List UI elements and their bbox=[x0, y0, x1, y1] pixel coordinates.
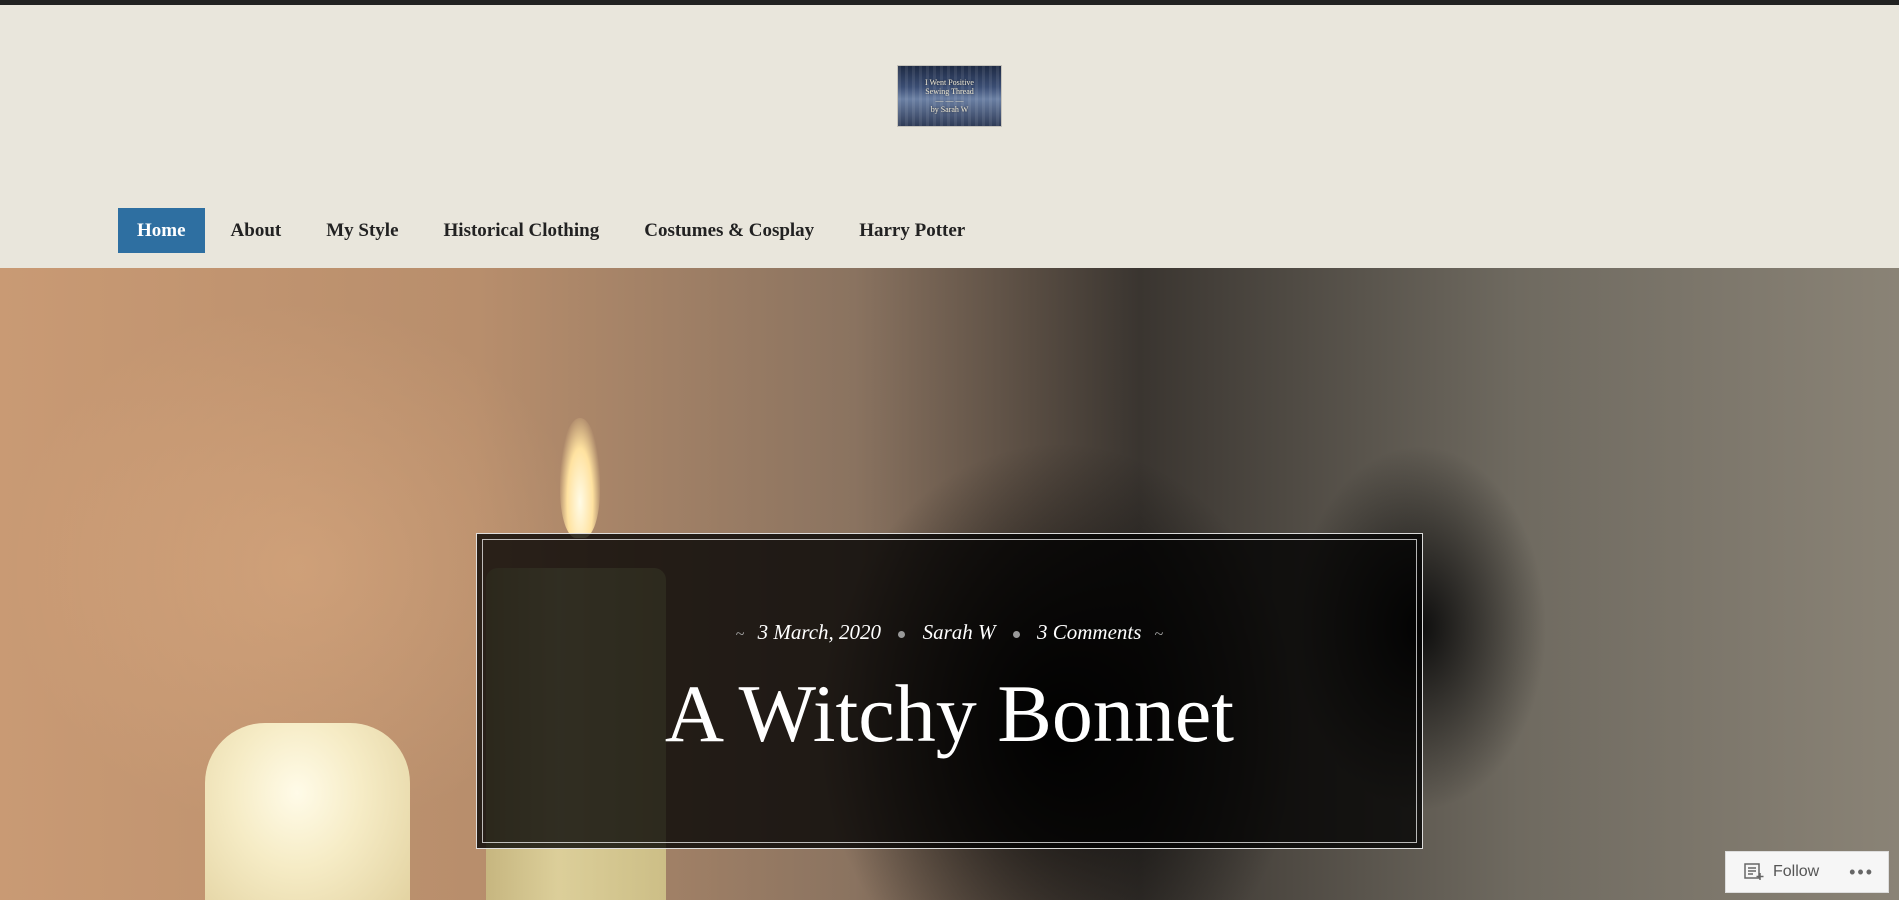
post-title[interactable]: A Witchy Bonnet bbox=[477, 664, 1422, 764]
more-options-button[interactable]: ••• bbox=[1849, 862, 1874, 883]
follow-button[interactable]: Follow bbox=[1726, 852, 1819, 892]
nav-item-about[interactable]: About bbox=[212, 208, 301, 253]
main-navigation: Home About My Style Historical Clothing … bbox=[118, 208, 991, 253]
nav-item-my-style[interactable]: My Style bbox=[307, 208, 417, 253]
post-date-link[interactable]: 3 March, 2020 bbox=[758, 620, 881, 644]
meta-tilde-left: ~ bbox=[735, 626, 745, 643]
post-comments-link[interactable]: 3 Comments bbox=[1037, 620, 1141, 644]
candle-flame bbox=[560, 418, 600, 538]
post-author-link[interactable]: Sarah W bbox=[923, 620, 996, 644]
nav-item-home[interactable]: Home bbox=[118, 208, 205, 253]
follow-label: Follow bbox=[1773, 863, 1820, 880]
meta-separator bbox=[1012, 630, 1020, 638]
nav-item-harry-potter[interactable]: Harry Potter bbox=[840, 208, 984, 253]
short-candle bbox=[205, 723, 410, 900]
logo-text: I Went Positive Sewing Thread — — — by S… bbox=[925, 78, 974, 114]
nav-item-historical-clothing[interactable]: Historical Clothing bbox=[425, 208, 619, 253]
nav-item-costumes-cosplay[interactable]: Costumes & Cosplay bbox=[625, 208, 833, 253]
follow-widget: Follow ••• bbox=[1725, 851, 1889, 893]
follow-reader-icon bbox=[1744, 863, 1764, 880]
featured-post-card[interactable]: ~ 3 March, 2020 Sarah W 3 Comments ~ A W… bbox=[476, 533, 1423, 849]
post-meta: ~ 3 March, 2020 Sarah W 3 Comments ~ bbox=[477, 620, 1422, 645]
site-header: I Went Positive Sewing Thread — — — by S… bbox=[0, 5, 1899, 268]
site-logo[interactable]: I Went Positive Sewing Thread — — — by S… bbox=[898, 66, 1001, 126]
meta-separator bbox=[898, 630, 906, 638]
meta-tilde-right: ~ bbox=[1154, 626, 1164, 643]
